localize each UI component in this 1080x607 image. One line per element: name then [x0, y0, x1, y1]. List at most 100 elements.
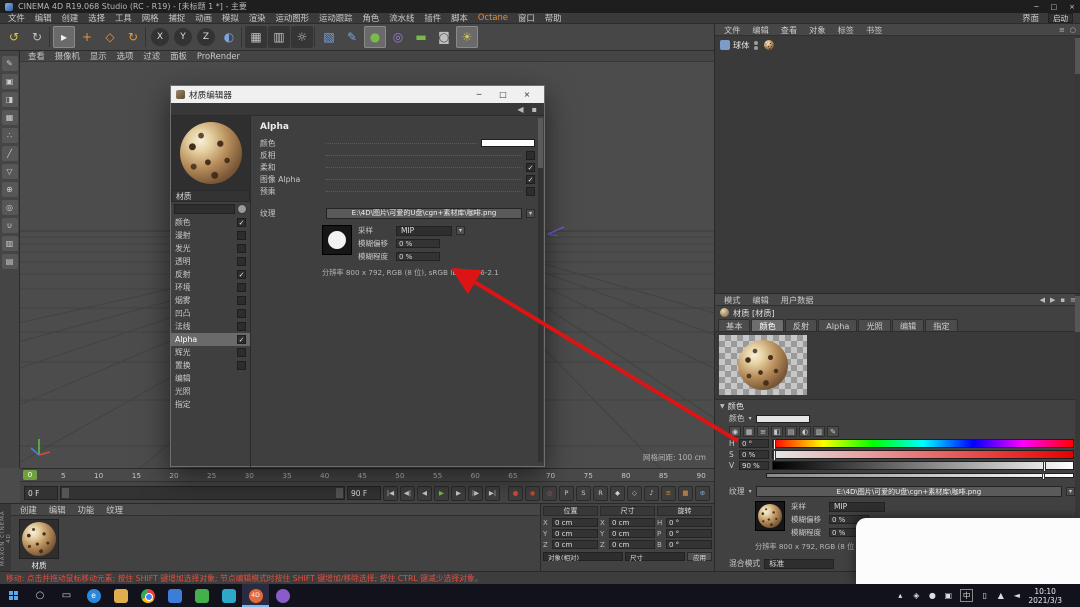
attribute-menu-item[interactable]: 用户数据	[776, 294, 819, 306]
record-parameter-toggle[interactable]: ◆	[610, 486, 625, 501]
menu-item[interactable]: 选择	[83, 12, 110, 24]
workflow-icon[interactable]: ≡	[661, 486, 676, 501]
position-z-field[interactable]: 0 cm	[552, 540, 598, 549]
chevron-down-icon[interactable]: ▾	[749, 415, 752, 422]
menu-item[interactable]: 角色	[358, 12, 385, 24]
add-floor-button[interactable]: ▬	[410, 26, 432, 48]
color-section-header[interactable]: ▼ 颜色	[715, 400, 1080, 412]
channel-item[interactable]: 凹凸	[171, 307, 250, 320]
size-y-field[interactable]: 0 cm	[609, 529, 655, 538]
channel-checkbox[interactable]	[237, 257, 246, 266]
channel-item[interactable]: 法线	[171, 320, 250, 333]
taskbar-clock[interactable]: 10:10 2021/3/3	[1028, 587, 1062, 605]
dialog-close-button[interactable]: ×	[515, 87, 539, 102]
alpha-texture-thumbnail[interactable]	[322, 225, 352, 255]
channel-item[interactable]: 环境	[171, 281, 250, 294]
points-mode-icon[interactable]: ∴	[2, 128, 18, 143]
add-cube-button[interactable]: ▧	[318, 26, 340, 48]
chevron-down-icon[interactable]: ▾	[456, 226, 465, 235]
workplane-mode-icon[interactable]: ▦	[2, 110, 18, 125]
attribute-menu-item[interactable]: 模式	[719, 294, 745, 306]
compact-brightness-slider[interactable]	[766, 473, 1074, 478]
attribute-tab[interactable]: 基本	[718, 319, 750, 331]
value-value-field[interactable]: 90 %	[739, 461, 769, 470]
menu-item[interactable]: 工具	[110, 12, 137, 24]
channel-checkbox[interactable]	[237, 231, 246, 240]
saturation-value-field[interactable]: 0 %	[739, 450, 769, 459]
object-manager-menu-item[interactable]: 文件	[719, 24, 745, 36]
search-icon[interactable]: ○	[27, 584, 53, 607]
size-x-field[interactable]: 0 cm	[609, 518, 655, 527]
object-manager-menu-item[interactable]: 对象	[804, 24, 830, 36]
menu-item[interactable]: 编辑	[30, 12, 57, 24]
texture-path-field[interactable]: E:\4D\图片\可爱的U盘\cgn+素材库\咖啡.png	[326, 208, 522, 219]
record-position-toggle[interactable]: P	[559, 486, 574, 501]
toolbar-separator[interactable]	[314, 27, 317, 47]
next-key-button[interactable]: |▶	[468, 486, 483, 501]
workplane-snap-icon[interactable]: ▥	[2, 236, 18, 251]
ime-indicator[interactable]: 中	[960, 589, 974, 602]
channel-item[interactable]: 置换	[171, 359, 250, 372]
window-maximize-button[interactable]: □	[1051, 3, 1058, 11]
volume-icon[interactable]: ◄	[1012, 589, 1021, 602]
menu-item[interactable]: 渲染	[244, 12, 271, 24]
rgb-sliders-icon[interactable]: ≡	[757, 426, 769, 437]
network-icon[interactable]: ▲	[996, 589, 1005, 602]
viewport-menu-item[interactable]: ProRender	[192, 51, 245, 61]
menu-item[interactable]: 插件	[419, 12, 446, 24]
menu-item[interactable]: 运动图形	[271, 12, 315, 24]
object-manager-scrollbar[interactable]	[1075, 36, 1080, 293]
texture-tag-icon[interactable]	[764, 40, 774, 50]
position-y-field[interactable]: 0 cm	[552, 529, 598, 538]
interface-menu[interactable]: 界面	[1017, 12, 1044, 24]
preview-type-select[interactable]	[174, 204, 235, 214]
saturation-slider[interactable]	[772, 450, 1074, 459]
premultiplied-checkbox[interactable]	[526, 187, 535, 196]
frame-range-slider[interactable]	[60, 486, 345, 500]
screen-picker-icon[interactable]: ✎	[827, 426, 839, 437]
material-menu-item[interactable]: 创建	[15, 504, 42, 516]
move-tool[interactable]: +	[76, 26, 98, 48]
texture-thumbnail[interactable]	[755, 501, 785, 531]
viewport-menu-item[interactable]: 面板	[165, 51, 192, 62]
taskbar-cinema4d-icon[interactable]: 4D	[242, 584, 269, 607]
play-button[interactable]: ▶	[434, 486, 449, 501]
record-keyframe-button[interactable]: ●	[508, 486, 523, 501]
object-manager-menu-item[interactable]: 书签	[861, 24, 887, 36]
object-type-icon[interactable]	[720, 40, 730, 50]
rotation-p-field[interactable]: 0 °	[666, 529, 712, 538]
taskbar-app-green-icon[interactable]	[188, 584, 215, 607]
sound-toggle[interactable]: ♪	[644, 486, 659, 501]
add-camera-button[interactable]: ◙	[433, 26, 455, 48]
am-fwd-ic[interactable]: ▶	[1050, 296, 1055, 304]
taskbar-explorer-icon[interactable]	[107, 584, 134, 607]
add-light-button[interactable]: ☀	[456, 26, 478, 48]
channel-checkbox[interactable]: ✓	[237, 218, 246, 227]
compact-icon[interactable]: ▥	[813, 426, 825, 437]
swatches-icon[interactable]: ▤	[785, 426, 797, 437]
material-menu-item[interactable]: 编辑	[44, 504, 71, 516]
dialog-minimize-button[interactable]: ─	[467, 87, 491, 102]
toolbar-separator[interactable]	[241, 27, 244, 47]
material-menu-item[interactable]: 纹理	[101, 504, 128, 516]
record-pla-toggle[interactable]: ◇	[627, 486, 642, 501]
prev-frame-button[interactable]: ◀	[417, 486, 432, 501]
rotate-tool[interactable]: ↻	[122, 26, 144, 48]
viewport-menu-item[interactable]: 选项	[112, 51, 139, 62]
spectrum-icon[interactable]: ▦	[743, 426, 755, 437]
next-frame-button[interactable]: ▶	[451, 486, 466, 501]
add-spline-button[interactable]: ✎	[341, 26, 363, 48]
alpha-color-swatch[interactable]	[481, 139, 535, 147]
render-settings-button[interactable]: ☼	[291, 26, 313, 48]
hue-slider[interactable]	[772, 439, 1074, 448]
back-arrow-icon[interactable]: ◀	[517, 105, 523, 114]
color-picker-icon[interactable]: ◧	[771, 426, 783, 437]
attribute-tab[interactable]: 编辑	[892, 319, 924, 331]
rotation-header[interactable]: 旋转	[657, 506, 712, 516]
channel-checkbox[interactable]	[237, 309, 246, 318]
attribute-tab[interactable]: 指定	[925, 319, 957, 331]
dialog-titlebar[interactable]: 材质编辑器 ─ □ ×	[171, 86, 544, 103]
om-filter-icon[interactable]: ≡	[1059, 26, 1065, 34]
menu-item[interactable]: 流水线	[384, 12, 419, 24]
preview-search-icon[interactable]	[237, 204, 247, 214]
